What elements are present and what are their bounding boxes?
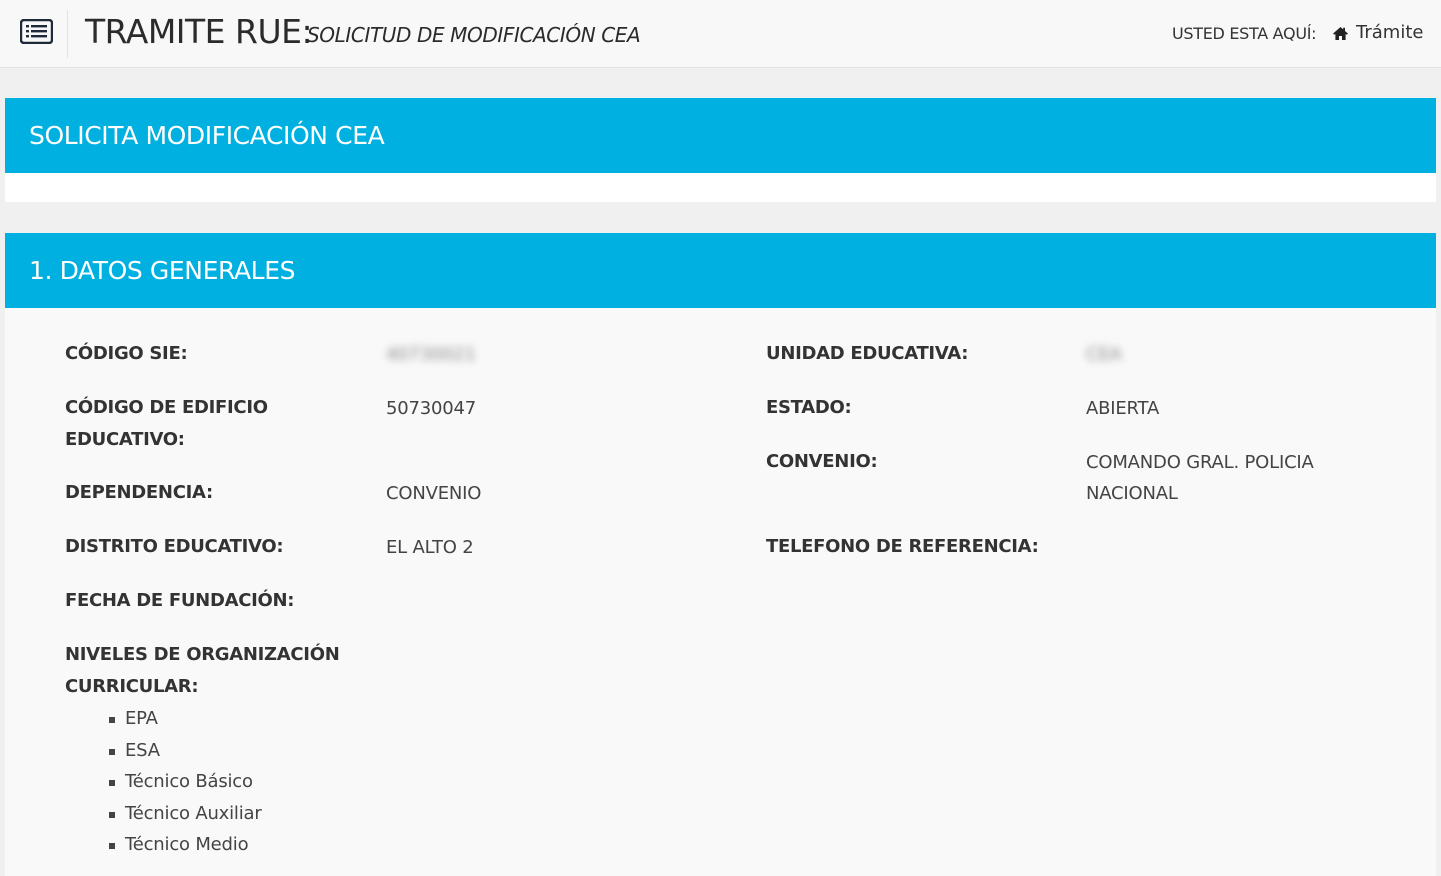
label-unidad-educativa: UNIDAD EDUCATIVA:: [766, 343, 969, 364]
section-header-general-data: 1. DATOS GENERALES: [5, 233, 1436, 308]
value-convenio: COMANDO GRAL. POLICIA NACIONAL: [1086, 452, 1314, 504]
label-dependencia: DEPENDENCIA:: [65, 482, 213, 503]
label-distrito: DISTRITO EDUCATIVO:: [65, 536, 284, 557]
label-codigo-sie: CÓDIGO SIE:: [65, 343, 188, 364]
value-distrito: EL ALTO 2: [386, 537, 474, 558]
value-codigo-edificio: 50730047: [386, 398, 477, 419]
list-item: Técnico Auxiliar: [109, 798, 262, 830]
breadcrumb-label: USTED ESTA AQUÍ:: [1172, 24, 1317, 43]
list-item: Técnico Medio: [109, 829, 262, 861]
request-banner: SOLICITA MODIFICACIÓN CEA: [5, 98, 1436, 173]
label-estado: ESTADO:: [766, 397, 852, 418]
header-divider: [67, 10, 68, 58]
list-item: EPA: [109, 703, 262, 735]
breadcrumb-link-tramite[interactable]: Trámite: [1356, 22, 1423, 44]
home-icon[interactable]: [1332, 26, 1349, 41]
label-niveles: NIVELES DE ORGANIZACIÓN CURRICULAR:: [65, 644, 340, 697]
value-unidad-educativa: CEA: [1086, 344, 1122, 365]
top-header: TRAMITE RUE: SOLICITUD DE MODIFICACIÓN C…: [0, 0, 1441, 68]
list-item: Técnico Básico: [109, 766, 262, 798]
label-convenio: CONVENIO:: [766, 451, 878, 472]
label-codigo-edificio: CÓDIGO DE EDIFICIO EDUCATIVO:: [65, 397, 268, 450]
page-title: TRAMITE RUE:: [85, 12, 313, 51]
levels-list: EPA ESA Técnico Básico Técnico Auxiliar …: [109, 703, 262, 861]
value-dependencia: CONVENIO: [386, 483, 482, 504]
value-estado: ABIERTA: [1086, 398, 1160, 419]
value-codigo-sie: 40730021: [386, 344, 477, 365]
list-icon[interactable]: [20, 19, 53, 44]
list-item: ESA: [109, 735, 262, 767]
label-fecha-fundacion: FECHA DE FUNDACIÓN:: [65, 590, 295, 611]
label-telefono: TELEFONO DE REFERENCIA:: [766, 536, 1039, 557]
page-subtitle: SOLICITUD DE MODIFICACIÓN CEA: [307, 23, 641, 47]
